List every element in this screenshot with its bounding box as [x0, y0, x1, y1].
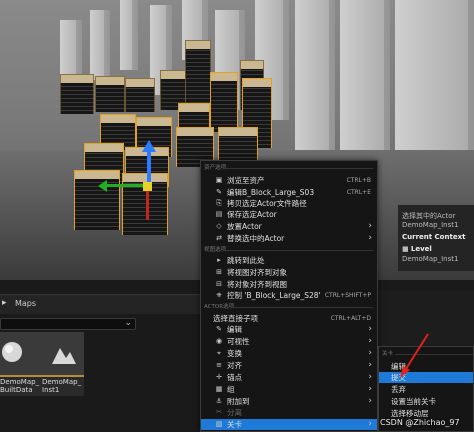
- menu-item-browse-to-asset[interactable]: ▣ 浏览至资产 CTRL+B: [201, 175, 377, 186]
- submenu-item-set-current-level[interactable]: 设置当前关卡: [379, 396, 473, 407]
- watermark-text: CSDN @Zhichao_97: [380, 418, 460, 427]
- filter-dropdown[interactable]: ⌄: [0, 318, 136, 330]
- menu-item-jump-here[interactable]: ▸ 跳转到此处: [201, 255, 377, 266]
- copy-icon: ⎘: [216, 199, 222, 207]
- align-object-icon: ⊟: [216, 280, 222, 288]
- replace-icon: ⇄: [216, 234, 222, 242]
- browse-icon: ▣: [215, 176, 223, 184]
- menu-item-snap-object-to-view[interactable]: ⊟ 将对象对齐到视图: [201, 279, 377, 290]
- align-view-icon: ⊞: [216, 268, 222, 276]
- background-building: [120, 0, 138, 70]
- asset-thumbnail: [0, 332, 42, 376]
- menu-item-select-children[interactable]: 选择直接子项 CTRL+ALT+D: [201, 313, 377, 324]
- submenu-item-submit[interactable]: 提交: [379, 372, 473, 383]
- background-building: [90, 10, 110, 80]
- mountain-icon: [52, 348, 76, 364]
- pilot-icon: ⎈: [216, 291, 222, 299]
- sphere-icon: [2, 342, 22, 362]
- place-icon: ◇: [216, 222, 222, 230]
- gizmo-center-handle[interactable]: [143, 182, 152, 191]
- asset-thumbnail: [40, 332, 84, 376]
- detach-icon: ✂: [216, 408, 222, 416]
- city-block[interactable]: [210, 72, 238, 132]
- pivot-icon: ✛: [216, 373, 222, 381]
- group-icon: ▦: [215, 385, 223, 393]
- path-arrow-icon[interactable]: ▸: [2, 298, 7, 308]
- gizmo-x-arrow[interactable]: [98, 180, 107, 192]
- background-building: [60, 20, 82, 80]
- menu-item-transform[interactable]: ⌖ 变换 ›: [201, 348, 377, 359]
- asset-label: DemoMap_ Inst1: [42, 378, 82, 394]
- details-selection-text: 选择其中的Actor: [402, 212, 456, 220]
- gizmo-x-axis[interactable]: [105, 184, 147, 187]
- visibility-icon: ◉: [215, 337, 223, 345]
- submenu-arrow-icon: ›: [368, 372, 372, 382]
- menu-item-visibility[interactable]: ◉ 可视性 ›: [201, 336, 377, 347]
- menu-item-detach: ✂ 分离: [201, 407, 377, 418]
- submenu-arrow-icon: ›: [368, 396, 372, 406]
- submenu-arrow-icon: ›: [368, 336, 372, 346]
- menu-item-save-actor[interactable]: ▤ 保存选定Actor: [201, 209, 377, 220]
- edit-icon: ✎: [216, 188, 222, 196]
- submenu-arrow-icon: ›: [368, 233, 372, 243]
- submenu-item-edit[interactable]: 编辑: [379, 361, 473, 372]
- menu-item-replace-actor[interactable]: ⇄ 替换选中的Actor ›: [201, 233, 377, 244]
- level-row: ■ Level: [402, 245, 432, 253]
- submenu-arrow-icon: ›: [368, 221, 372, 231]
- level-label: Level: [410, 245, 432, 253]
- asset-type-bar: [40, 375, 84, 377]
- path-segment-maps[interactable]: Maps: [15, 299, 36, 308]
- chevron-down-icon: ⌄: [124, 318, 132, 328]
- city-block[interactable]: [125, 78, 155, 112]
- submenu-arrow-icon: ›: [368, 324, 372, 334]
- details-selection-name: DemoMap_Inst1: [402, 221, 459, 229]
- menu-item-pilot-actor[interactable]: ⎈ 控制 'B_Block_Large_S28' CTRL+SHIFT+P: [201, 290, 377, 301]
- level-icon: ■: [402, 245, 409, 253]
- submenu-arrow-icon: ›: [368, 419, 372, 429]
- details-panel: 选择其中的Actor DemoMap_Inst1 Current Context…: [398, 205, 474, 271]
- asset-tile-builtdata[interactable]: DemoMap_ BuiltData: [0, 332, 42, 396]
- gizmo-y-axis[interactable]: [146, 188, 149, 220]
- actor-context-menu: 资产选项 ▣ 浏览至资产 CTRL+B ✎ 编辑B_Block_Large_S03 CT…: [200, 160, 378, 432]
- asset-type-bar: [0, 375, 42, 377]
- section-header-asset: 资产选项: [201, 163, 377, 174]
- city-block[interactable]: [60, 74, 94, 114]
- city-block[interactable]: [95, 76, 125, 112]
- level-icon: ▧: [215, 420, 223, 428]
- asset-tile-inst1[interactable]: DemoMap_ Inst1: [40, 332, 84, 396]
- submenu-item-discard[interactable]: 丢弃: [379, 384, 473, 395]
- menu-item-level[interactable]: ▧ 关卡 ›: [201, 419, 377, 430]
- submenu-arrow-icon: ›: [368, 360, 372, 370]
- edit2-icon: ✎: [216, 325, 222, 333]
- menu-item-snap-view-to-object[interactable]: ⊞ 将视图对齐到对象: [201, 267, 377, 278]
- section-header-actor: ACTOR选项: [201, 302, 377, 313]
- city-block[interactable]: [185, 40, 211, 110]
- level-value: DemoMap_Inst1: [402, 255, 459, 263]
- menu-item-align[interactable]: ≡ 对齐 ›: [201, 360, 377, 371]
- menu-item-copy-file-path[interactable]: ⎘ 拷贝选定Actor文件路径: [201, 198, 377, 209]
- submenu-arrow-icon: ›: [368, 348, 372, 358]
- menu-item-edit-asset[interactable]: ✎ 编辑B_Block_Large_S03 CTRL+E: [201, 187, 377, 198]
- menu-item-place-actor[interactable]: ◇ 放置Actor ›: [201, 221, 377, 232]
- editor-window: 选择其中的Actor DemoMap_Inst1 Current Context…: [0, 0, 474, 432]
- save-icon: ▤: [215, 210, 223, 218]
- attach-icon: ⚓: [215, 397, 223, 405]
- city-block[interactable]: [218, 127, 258, 161]
- menu-item-attach-to[interactable]: ⚓ 附加到 ›: [201, 396, 377, 407]
- submenu-header: 关卡: [379, 349, 474, 360]
- menu-item-edit[interactable]: ✎ 编辑 ›: [201, 324, 377, 335]
- menu-item-group[interactable]: ▦ 组 ›: [201, 384, 377, 395]
- transform-icon: ⌖: [217, 349, 221, 357]
- city-block[interactable]: [74, 170, 120, 230]
- asset-label: DemoMap_ BuiltData: [0, 378, 40, 394]
- jump-icon: ▸: [217, 256, 221, 264]
- current-context-title: Current Context: [402, 233, 466, 241]
- align-icon: ≡: [216, 361, 222, 369]
- gizmo-z-arrow[interactable]: [142, 140, 156, 152]
- background-building: [295, 0, 335, 150]
- menu-item-pivot[interactable]: ✛ 锚点 ›: [201, 372, 377, 383]
- submenu-arrow-icon: ›: [368, 384, 372, 394]
